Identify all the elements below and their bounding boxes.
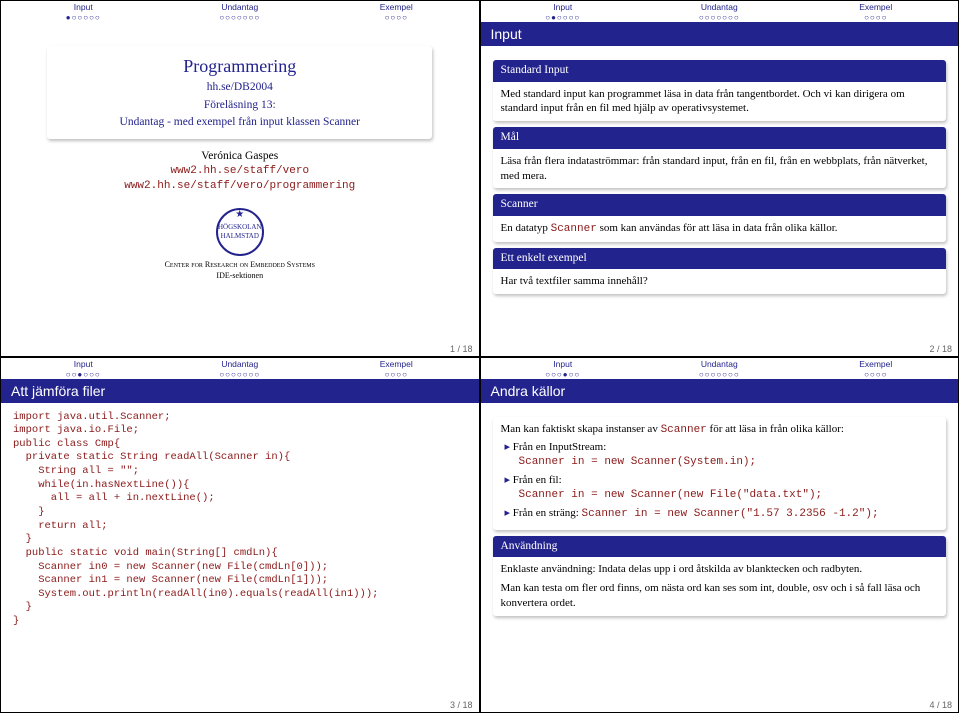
- frame-title: Att jämföra filer: [1, 379, 479, 403]
- nav-bar: Input○○●○○○ Undantag○○○○○○○ Exempel○○○○: [1, 358, 479, 379]
- course-code: hh.se/DB2004: [57, 80, 422, 96]
- block-body: Man kan faktiskt skapa instanser av Scan…: [493, 417, 947, 530]
- block-body: Enklaste användning: Indata delas upp i …: [493, 557, 947, 616]
- lecture-number: Föreläsning 13:: [57, 98, 422, 114]
- list-item: Från en InputStream:Scanner in = new Sca…: [505, 440, 939, 470]
- nav-input[interactable]: Input●○○○○○: [5, 2, 162, 22]
- block-standard-input: Standard Input Med standard input kan pr…: [493, 60, 947, 121]
- list-item: Från en fil:Scanner in = new Scanner(new…: [505, 473, 939, 503]
- nav-undantag[interactable]: Undantag○○○○○○○: [641, 2, 798, 22]
- center-name: Center for Research on Embedded Systems: [13, 260, 467, 271]
- page-number: 1 / 18: [450, 344, 473, 354]
- title-content: Programmering hh.se/DB2004 Föreläsning 1…: [1, 22, 479, 356]
- block-title: Mål: [493, 127, 947, 149]
- nav-bar: Input○●○○○○ Undantag○○○○○○○ Exempel○○○○: [481, 1, 959, 22]
- nav-input[interactable]: Input○○○●○○: [485, 359, 642, 379]
- block-title: Standard Input: [493, 60, 947, 82]
- university-logo-icon: HÖGSKOLAN HALMSTAD: [216, 208, 264, 256]
- slide-content: import java.util.Scanner; import java.io…: [1, 403, 479, 713]
- block-body: Med standard input kan programmet läsa i…: [493, 82, 947, 122]
- page-number: 3 / 18: [450, 700, 473, 710]
- usage-line-2: Man kan testa om fler ord finns, om näst…: [501, 581, 939, 611]
- list-item: Från en sträng: Scanner in = new Scanner…: [505, 506, 939, 522]
- slide-content: Standard Input Med standard input kan pr…: [481, 46, 959, 356]
- block-usage: Användning Enklaste användning: Indata d…: [493, 536, 947, 616]
- title-box: Programmering hh.se/DB2004 Föreläsning 1…: [47, 46, 432, 139]
- nav-exempel[interactable]: Exempel○○○○: [798, 2, 955, 22]
- slide-compare-files: Input○○●○○○ Undantag○○○○○○○ Exempel○○○○ …: [0, 357, 480, 713]
- nav-exempel[interactable]: Exempel○○○○: [318, 2, 475, 22]
- author-url-1[interactable]: www2.hh.se/staff/vero: [13, 164, 467, 179]
- lecture-subtitle: Undantag - med exempel från input klasse…: [57, 115, 422, 131]
- block-body: En datatyp Scanner som kan användas för …: [493, 216, 947, 242]
- block-sources: Man kan faktiskt skapa instanser av Scan…: [493, 417, 947, 530]
- code-listing: import java.util.Scanner; import java.io…: [13, 411, 467, 629]
- nav-bar: Input○○○●○○ Undantag○○○○○○○ Exempel○○○○: [481, 358, 959, 379]
- nav-exempel[interactable]: Exempel○○○○: [798, 359, 955, 379]
- block-example: Ett enkelt exempel Har två textfiler sam…: [493, 248, 947, 294]
- block-body: Har två textfiler samma innehåll?: [493, 269, 947, 294]
- page-number: 2 / 18: [929, 344, 952, 354]
- slide-content: Man kan faktiskt skapa instanser av Scan…: [481, 403, 959, 713]
- usage-line-1: Enklaste användning: Indata delas upp i …: [501, 562, 939, 577]
- block-title: Scanner: [493, 194, 947, 216]
- nav-undantag[interactable]: Undantag○○○○○○○: [162, 359, 319, 379]
- frame-title: Andra källor: [481, 379, 959, 403]
- slide-input: Input○●○○○○ Undantag○○○○○○○ Exempel○○○○ …: [480, 0, 959, 357]
- author-name: Verónica Gaspes: [13, 149, 467, 165]
- nav-undantag[interactable]: Undantag○○○○○○○: [162, 2, 319, 22]
- block-title: Användning: [493, 536, 947, 558]
- frame-title: Input: [481, 22, 959, 46]
- nav-input[interactable]: Input○●○○○○: [485, 2, 642, 22]
- author-block: Verónica Gaspes www2.hh.se/staff/vero ww…: [13, 149, 467, 194]
- slide-other-sources: Input○○○●○○ Undantag○○○○○○○ Exempel○○○○ …: [480, 357, 959, 713]
- block-scanner: Scanner En datatyp Scanner som kan använ…: [493, 194, 947, 241]
- source-list: Från en InputStream:Scanner in = new Sca…: [501, 440, 939, 521]
- block-body: Läsa från flera indataströmmar: från sta…: [493, 149, 947, 189]
- nav-undantag[interactable]: Undantag○○○○○○○: [641, 359, 798, 379]
- section-name: IDE-sektionen: [13, 271, 467, 282]
- author-url-2[interactable]: www2.hh.se/staff/vero/programmering: [13, 179, 467, 194]
- course-title: Programmering: [57, 54, 422, 78]
- page-number: 4 / 18: [929, 700, 952, 710]
- nav-bar: Input●○○○○○ Undantag○○○○○○○ Exempel○○○○: [1, 1, 479, 22]
- nav-input[interactable]: Input○○●○○○: [5, 359, 162, 379]
- slide-title: Input●○○○○○ Undantag○○○○○○○ Exempel○○○○ …: [0, 0, 480, 357]
- nav-exempel[interactable]: Exempel○○○○: [318, 359, 475, 379]
- block-title: Ett enkelt exempel: [493, 248, 947, 270]
- block-goal: Mål Läsa från flera indataströmmar: från…: [493, 127, 947, 188]
